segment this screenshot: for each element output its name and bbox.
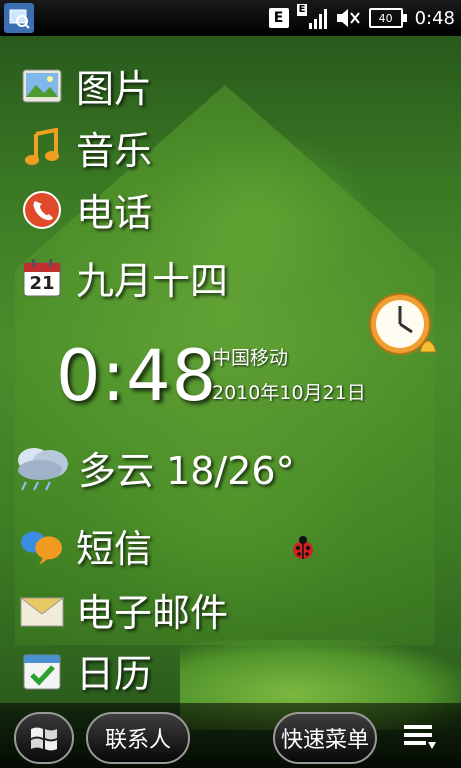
signal-icon: E bbox=[296, 4, 327, 30]
menu-item-lunar-date[interactable]: 21 九月十四 bbox=[20, 250, 228, 305]
email-envelope-icon bbox=[20, 588, 64, 632]
clock-date[interactable]: 2010年10月21日 bbox=[212, 378, 366, 405]
menu-item-calendar[interactable]: 日历 bbox=[20, 643, 152, 698]
start-button[interactable] bbox=[14, 712, 74, 764]
windows-logo-icon bbox=[31, 727, 57, 751]
calendar-icon-day: 21 bbox=[29, 272, 55, 294]
clock-time[interactable]: 0:48 bbox=[56, 335, 217, 417]
ladybug-decoration bbox=[290, 535, 316, 561]
battery-label: 40 bbox=[378, 11, 393, 25]
cloudy-rain-icon bbox=[12, 442, 72, 494]
menu-item-label: 短信 bbox=[76, 527, 153, 571]
contacts-button-label: 联系人 bbox=[104, 728, 171, 753]
quick-menu-button[interactable]: 快速菜单 bbox=[273, 712, 377, 764]
quick-menu-button-label: 快速菜单 bbox=[280, 728, 369, 753]
app-icon[interactable] bbox=[4, 3, 34, 33]
menu-item-sms[interactable]: 短信 bbox=[20, 518, 152, 573]
volume-muted-icon[interactable] bbox=[335, 6, 361, 30]
status-bar: E E 40 0:48 bbox=[0, 0, 461, 36]
menu-item-email[interactable]: 电子邮件 bbox=[20, 582, 228, 637]
battery-icon[interactable]: 40 bbox=[368, 8, 407, 28]
menu-item-label: 九月十四 bbox=[76, 259, 229, 303]
menu-item-label: 音乐 bbox=[76, 129, 153, 173]
menu-item-music[interactable]: 音乐 bbox=[20, 120, 152, 175]
menu-item-label: 电话 bbox=[76, 191, 153, 235]
menu-item-phone[interactable]: 电话 bbox=[20, 182, 152, 237]
status-time[interactable]: 0:48 bbox=[415, 8, 455, 29]
menu-item-weather[interactable]: 多云 18/26° bbox=[12, 440, 295, 495]
pictures-icon bbox=[20, 64, 64, 108]
menu-item-label: 电子邮件 bbox=[76, 591, 229, 635]
phone-icon bbox=[20, 188, 64, 232]
edge-network-icon: E bbox=[268, 8, 289, 28]
music-note-icon bbox=[20, 126, 64, 170]
calendar-21-icon: 21 bbox=[20, 256, 64, 300]
contacts-button[interactable]: 联系人 bbox=[86, 712, 190, 764]
menu-item-pictures[interactable]: 图片 bbox=[20, 58, 152, 113]
carrier-name: 中国移动 bbox=[212, 347, 289, 369]
weather-label: 多云 18/26° bbox=[78, 449, 295, 493]
calendar-check-icon bbox=[20, 649, 64, 693]
menu-list-icon[interactable] bbox=[402, 722, 438, 752]
sms-bubbles-icon bbox=[20, 524, 64, 568]
menu-item-label: 日历 bbox=[76, 652, 153, 696]
alarm-clock-icon[interactable] bbox=[366, 290, 440, 364]
menu-item-label: 图片 bbox=[76, 67, 153, 111]
